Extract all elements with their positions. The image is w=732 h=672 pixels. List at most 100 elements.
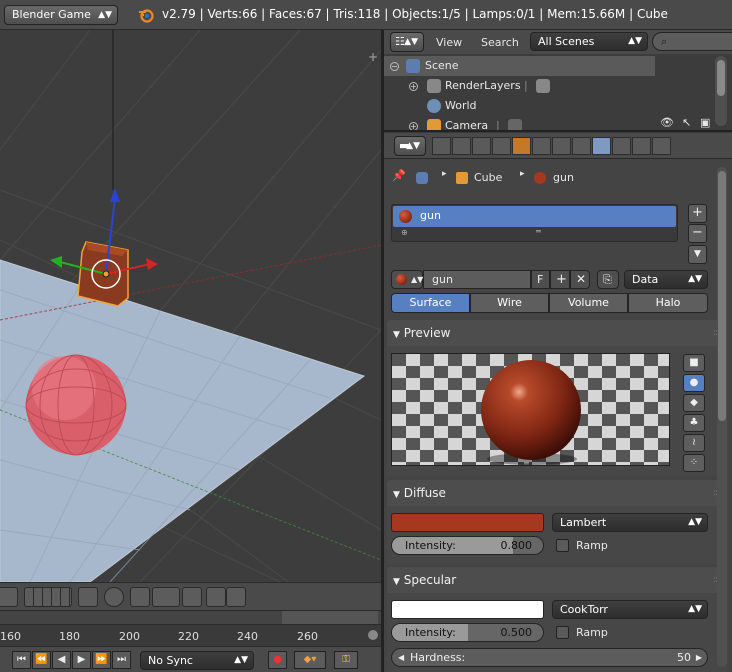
- play-icon[interactable]: ▶: [72, 651, 91, 669]
- texture-tab-icon[interactable]: [612, 137, 631, 155]
- preview-resize-handle[interactable]: ═: [524, 459, 529, 468]
- record-icon[interactable]: ●: [268, 651, 287, 669]
- outliner-row-world[interactable]: World: [384, 96, 655, 116]
- increment-arrow-icon[interactable]: ▶: [696, 649, 702, 666]
- render-tab-icon[interactable]: [432, 137, 451, 155]
- particles-tab-icon[interactable]: [632, 137, 651, 155]
- display-mode-dropdown[interactable]: All Scenes ▲▼: [530, 32, 648, 51]
- link-mode-dropdown[interactable]: Data ▲▼: [624, 270, 708, 289]
- preview-sky-icon[interactable]: ⁘: [683, 454, 705, 472]
- proportional-edit-icon[interactable]: [130, 587, 150, 607]
- expand-icon[interactable]: +: [409, 122, 418, 130]
- diffuse-intensity-slider[interactable]: Intensity: 0.800: [391, 536, 544, 555]
- scene-tab-icon[interactable]: [472, 137, 491, 155]
- specular-color-swatch[interactable]: [391, 600, 544, 619]
- outliner-row-camera[interactable]: + Camera |: [384, 116, 655, 130]
- sync-mode-dropdown[interactable]: No Sync ▲▼: [140, 651, 254, 670]
- snap-element-icon[interactable]: [152, 587, 180, 607]
- add-slot-button[interactable]: +: [688, 204, 707, 223]
- constraints-tab-icon[interactable]: [532, 137, 551, 155]
- jump-end-icon[interactable]: ⏭: [112, 651, 131, 669]
- timeline-scroll-thumb[interactable]: [282, 611, 378, 624]
- jump-keyframe-back-icon[interactable]: ⏪: [32, 651, 51, 669]
- preview-cube-icon[interactable]: ◆: [683, 394, 705, 412]
- camera-data-icon[interactable]: [508, 119, 522, 130]
- updown-arrow-icon: ▲▼: [234, 655, 248, 665]
- render-layers-tab-icon[interactable]: [452, 137, 471, 155]
- preview-hair-icon[interactable]: ≀: [683, 434, 705, 452]
- timeline[interactable]: 160 180 200 220 240 260: [0, 610, 381, 646]
- properties-scroll-thumb[interactable]: [718, 171, 726, 421]
- data-tab-icon[interactable]: [572, 137, 591, 155]
- specular-panel-header[interactable]: ▼ Specular ::::: [387, 567, 727, 593]
- list-resize-handle[interactable]: ═: [536, 227, 541, 236]
- material-slot-list[interactable]: gun ═ ⊕: [391, 204, 678, 242]
- editor-type-menu[interactable]: ☷ ▲▼: [390, 32, 424, 52]
- keying-set-icon[interactable]: ◆▾: [294, 651, 326, 669]
- snap-toggle-icon[interactable]: [182, 587, 202, 607]
- preview-panel-header[interactable]: ▼ Preview ::::: [387, 320, 727, 346]
- layer-buttons[interactable]: [0, 587, 18, 607]
- timeline-scroll-handle[interactable]: [368, 630, 378, 640]
- material-name-input[interactable]: gun: [423, 270, 531, 289]
- selectability-cursor-icon[interactable]: ↖: [682, 116, 691, 129]
- decrement-arrow-icon[interactable]: ◀: [398, 649, 404, 666]
- render-engine-menu[interactable]: Blender Game ▲▼: [4, 5, 118, 25]
- viewport-scene[interactable]: [0, 30, 381, 582]
- diffuse-panel-header[interactable]: ▼ Diffuse ::::: [387, 480, 727, 506]
- slot-specials-menu[interactable]: ▼: [688, 245, 707, 264]
- object-tab-icon[interactable]: [512, 137, 531, 155]
- tab-halo[interactable]: Halo: [628, 293, 708, 313]
- tab-surface[interactable]: Surface: [391, 293, 470, 313]
- preview-monkey-icon[interactable]: ♣: [683, 414, 705, 432]
- expand-icon[interactable]: +: [409, 82, 418, 91]
- layer-grid[interactable]: [24, 587, 72, 607]
- jump-start-icon[interactable]: ⏮: [12, 651, 31, 669]
- material-tab-icon[interactable]: [592, 137, 611, 155]
- unlink-material-button[interactable]: ✕: [570, 270, 590, 289]
- preview-flat-icon[interactable]: ■: [683, 354, 705, 372]
- 3d-viewport[interactable]: +: [0, 30, 381, 582]
- specular-intensity-slider[interactable]: Intensity: 0.500: [391, 623, 544, 642]
- jump-keyframe-forward-icon[interactable]: ⏩: [92, 651, 111, 669]
- lock-camera-icon[interactable]: [78, 587, 98, 607]
- snap-target-icon[interactable]: [104, 587, 124, 607]
- diffuse-color-swatch[interactable]: [391, 513, 544, 532]
- specular-shader-dropdown[interactable]: CookTorr ▲▼: [552, 600, 708, 619]
- new-material-button[interactable]: +: [550, 270, 570, 289]
- visibility-eye-icon[interactable]: 👁: [660, 116, 674, 129]
- view-menu[interactable]: View: [436, 36, 462, 49]
- material-slot-row[interactable]: gun: [393, 206, 676, 227]
- diffuse-shader-dropdown[interactable]: Lambert ▲▼: [552, 513, 708, 532]
- timeline-scrollbar[interactable]: [0, 611, 381, 625]
- outliner-scroll-thumb[interactable]: [717, 60, 725, 96]
- physics-tab-icon[interactable]: [652, 137, 671, 155]
- collapse-icon[interactable]: −: [390, 62, 399, 71]
- search-menu[interactable]: Search: [481, 36, 519, 49]
- diffuse-ramp-checkbox[interactable]: [556, 539, 569, 552]
- modifiers-tab-icon[interactable]: [552, 137, 571, 155]
- editor-type-menu[interactable]: ▬ ▲▼: [394, 136, 426, 156]
- copy-material-icon[interactable]: ⎘: [597, 270, 619, 289]
- list-filter-icon[interactable]: ⊕: [401, 228, 408, 237]
- keyframe-type-icon[interactable]: ⚿: [334, 651, 358, 669]
- hardness-field[interactable]: ◀ Hardness: 50 ▶: [391, 648, 708, 667]
- outliner-row-scene[interactable]: − Scene: [384, 56, 655, 76]
- fake-user-toggle[interactable]: F: [531, 270, 550, 289]
- remove-slot-button[interactable]: −: [688, 224, 707, 243]
- outliner-search-input[interactable]: ⌕: [652, 32, 732, 51]
- world-tab-icon[interactable]: [492, 137, 511, 155]
- specular-ramp-checkbox[interactable]: [556, 626, 569, 639]
- tab-volume[interactable]: Volume: [549, 293, 628, 313]
- renderability-camera-icon[interactable]: ▣: [700, 116, 710, 129]
- tab-wire[interactable]: Wire: [470, 293, 549, 313]
- area-split-plus-icon[interactable]: +: [368, 50, 378, 64]
- pin-icon[interactable]: 📌: [392, 169, 406, 182]
- render-still-icon[interactable]: [206, 587, 226, 607]
- render-layer-icon[interactable]: [536, 79, 550, 93]
- render-animation-icon[interactable]: [226, 587, 246, 607]
- material-browse-button[interactable]: ▲▼: [391, 270, 423, 289]
- outliner-row-renderlayers[interactable]: + RenderLayers |: [384, 76, 655, 96]
- play-reverse-icon[interactable]: ◀: [52, 651, 71, 669]
- preview-sphere-icon[interactable]: ●: [683, 374, 705, 392]
